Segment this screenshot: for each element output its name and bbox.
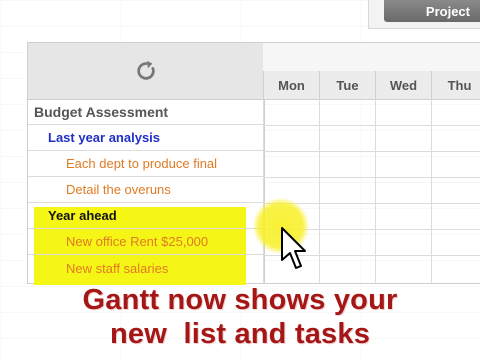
project-button[interactable]: Project (384, 0, 480, 22)
task-item[interactable]: Each dept to produce final (28, 151, 264, 177)
calendar-row-line (263, 177, 480, 178)
mouse-pointer-icon (281, 227, 306, 269)
list-item[interactable]: Budget Assessment (28, 99, 264, 125)
list-item[interactable]: Last year analysis (28, 125, 264, 151)
caption-line-1: Gantt now shows your (82, 284, 398, 316)
task-list-panel: Budget Assessment Last year analysis Eac… (27, 42, 265, 285)
caption-line-2: new list and tasks (109, 318, 371, 350)
task-list-header (28, 43, 264, 100)
calendar-week-header (263, 43, 480, 72)
calendar-day-header: Mon Tue Wed Thu (263, 71, 480, 100)
calendar-row-line (263, 151, 480, 152)
refresh-icon[interactable] (135, 60, 157, 82)
list-item[interactable]: Year ahead (28, 203, 264, 229)
day-header-thu: Thu (431, 71, 480, 99)
task-item[interactable]: Detail the overuns (28, 177, 264, 203)
day-header-mon: Mon (263, 71, 319, 99)
calendar-row-line (263, 125, 480, 126)
task-item[interactable]: New staff salaries (28, 255, 264, 281)
day-header-wed: Wed (375, 71, 431, 99)
task-item[interactable]: New office Rent $25,000 (28, 229, 264, 255)
day-header-tue: Tue (319, 71, 375, 99)
